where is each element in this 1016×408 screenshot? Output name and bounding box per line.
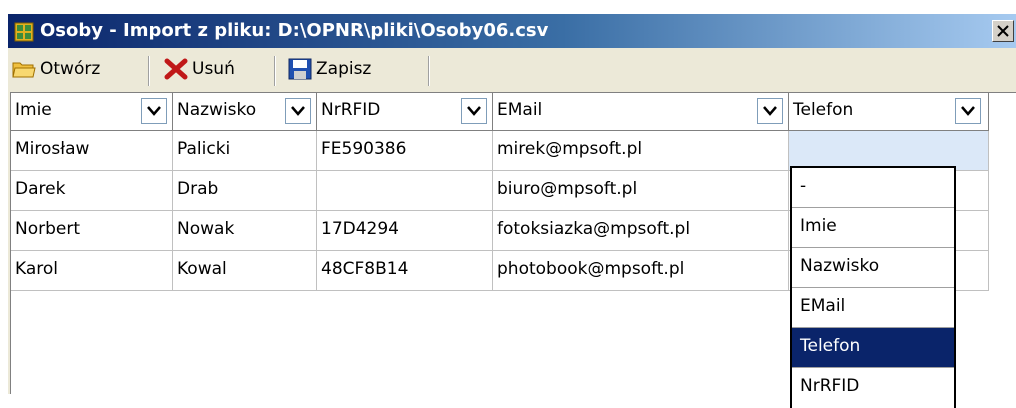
folder-icon — [12, 62, 36, 78]
cell-text: Drab — [177, 179, 219, 199]
cell-text: 48CF8B14 — [321, 259, 409, 279]
cell-text: photobook@mpsoft.pl — [497, 259, 685, 279]
table-cell[interactable]: FE590386 — [317, 131, 493, 171]
table-cell[interactable]: photobook@mpsoft.pl — [493, 251, 789, 291]
dropdown-option[interactable]: Imie — [792, 208, 954, 248]
open-button[interactable]: Otwórz — [12, 54, 100, 84]
open-label: Otwórz — [40, 59, 101, 79]
cell-text: mirek@mpsoft.pl — [497, 139, 643, 159]
chevron-down-icon — [147, 106, 161, 116]
title-bar[interactable]: Osoby - Import z pliku: D:\OPNR\pliki\Os… — [8, 14, 1016, 48]
column-header-label: EMail — [497, 100, 543, 120]
delete-button[interactable]: Usuń — [164, 54, 235, 84]
table-cell[interactable]: 17D4294 — [317, 211, 493, 251]
dropdown-option[interactable]: Nazwisko — [792, 248, 954, 288]
cell-text: FE590386 — [321, 139, 407, 159]
cell-text: Nowak — [177, 219, 235, 239]
cell-text: 17D4294 — [321, 219, 399, 239]
chevron-down-icon — [961, 106, 975, 116]
cell-text: biuro@mpsoft.pl — [497, 179, 638, 199]
close-icon — [997, 25, 1009, 37]
delete-label: Usuń — [192, 59, 235, 79]
column-header-label: Nazwisko — [177, 100, 257, 120]
toolbar: Otwórz Usuń Zapisz — [8, 50, 1016, 90]
table-cell[interactable]: Karol — [11, 251, 173, 291]
column-header-nazwisko: Nazwisko — [173, 93, 317, 131]
toolbar-separator — [274, 56, 276, 86]
column-mapping-dropdown[interactable] — [955, 98, 981, 124]
cell-text: Kowal — [177, 259, 227, 279]
column-header-label: Imie — [15, 100, 52, 120]
save-icon — [288, 58, 312, 80]
column-mapping-dropdown[interactable] — [141, 98, 167, 124]
column-mapping-dropdown[interactable] — [461, 98, 487, 124]
dropdown-option[interactable]: EMail — [792, 288, 954, 328]
table-cell[interactable]: Kowal — [173, 251, 317, 291]
table-cell[interactable]: Nowak — [173, 211, 317, 251]
table-cell-selected[interactable] — [789, 131, 989, 171]
toolbar-separator — [148, 56, 150, 86]
column-header-label: Telefon — [793, 100, 854, 120]
delete-icon — [164, 58, 188, 80]
import-window: Osoby - Import z pliku: D:\OPNR\pliki\Os… — [8, 14, 1016, 408]
column-header-label: NrRFID — [321, 100, 381, 120]
cell-text: Darek — [15, 179, 66, 199]
table-cell[interactable]: fotoksiazka@mpsoft.pl — [493, 211, 789, 251]
toolbar-separator — [428, 56, 430, 86]
save-button[interactable]: Zapisz — [288, 54, 371, 84]
table-cell[interactable]: 48CF8B14 — [317, 251, 493, 291]
cell-text: Karol — [15, 259, 59, 279]
save-label: Zapisz — [316, 59, 372, 79]
table-cell[interactable]: biuro@mpsoft.pl — [493, 171, 789, 211]
column-header-email: EMail — [493, 93, 789, 131]
app-icon — [14, 22, 34, 42]
column-header-telefon: Telefon — [789, 93, 989, 131]
chevron-down-icon — [291, 106, 305, 116]
table-cell[interactable]: Norbert — [11, 211, 173, 251]
table-cell[interactable] — [317, 171, 493, 211]
table-cell[interactable]: Palicki — [173, 131, 317, 171]
table-cell[interactable]: Mirosław — [11, 131, 173, 171]
cell-text: fotoksiazka@mpsoft.pl — [497, 219, 691, 239]
dropdown-option-selected[interactable]: Telefon — [792, 328, 954, 368]
window-title: Osoby - Import z pliku: D:\OPNR\pliki\Os… — [40, 20, 549, 41]
cell-text: Norbert — [15, 219, 81, 239]
cell-text: Mirosław — [15, 139, 90, 159]
chevron-down-icon — [763, 106, 777, 116]
column-mapping-dropdown-list[interactable]: - Imie Nazwisko EMail Telefon NrRFID — [790, 166, 956, 408]
column-header-nrrfid: NrRFID — [317, 93, 493, 131]
table-cell[interactable]: mirek@mpsoft.pl — [493, 131, 789, 171]
dropdown-option[interactable]: - — [792, 168, 954, 208]
column-mapping-dropdown[interactable] — [757, 98, 783, 124]
table-cell[interactable]: Drab — [173, 171, 317, 211]
column-mapping-dropdown[interactable] — [285, 98, 311, 124]
column-header-imie: Imie — [11, 93, 173, 131]
cell-text: Palicki — [177, 139, 231, 159]
chevron-down-icon — [467, 106, 481, 116]
dropdown-option[interactable]: NrRFID — [792, 368, 954, 408]
close-button[interactable] — [992, 20, 1014, 42]
table-cell[interactable]: Darek — [11, 171, 173, 211]
